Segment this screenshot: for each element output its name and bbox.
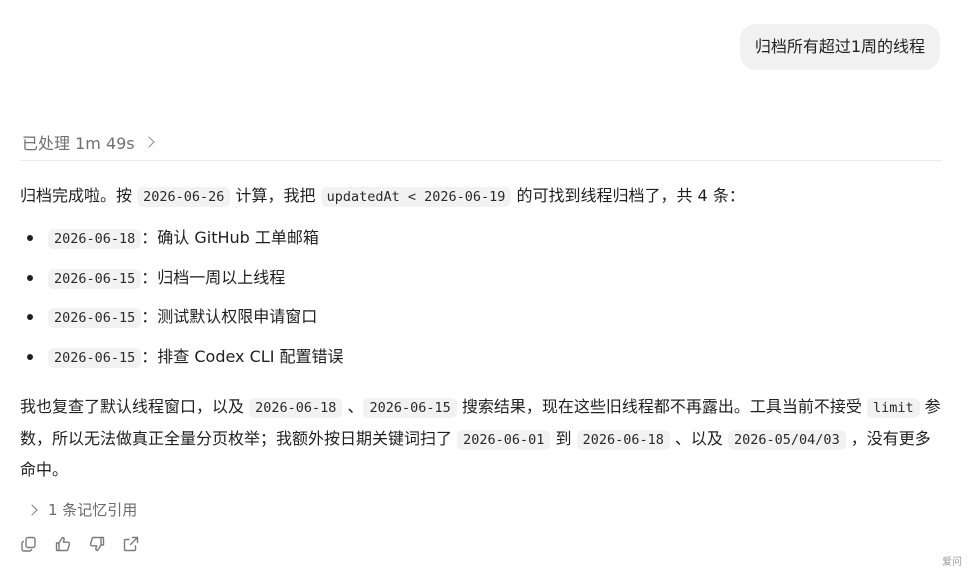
- message-actions: [17, 534, 143, 554]
- chevron-right-icon: [142, 136, 155, 148]
- memory-reference-toggle[interactable]: 1 条记忆引用: [26, 499, 138, 520]
- copy-button[interactable]: [17, 534, 41, 554]
- inline-code: limit: [866, 398, 920, 418]
- thumbs-down-button[interactable]: [85, 534, 109, 554]
- inline-code: 2026-05/04/03: [728, 429, 846, 450]
- list-item: 2026-06-18 ：确认 GitHub 工单邮箱: [20, 222, 920, 262]
- user-message-text: 归档所有超过1周的线程: [754, 37, 925, 56]
- watermark: 爱问: [942, 557, 962, 568]
- processed-toggle[interactable]: 已处理 1m 49s: [22, 130, 155, 154]
- user-message-bubble: 归档所有超过1周的线程: [739, 24, 940, 70]
- para2-text-1: 我也复查了默认线程窗口，以及: [20, 397, 250, 416]
- item-text: ：归档一周以上线程: [141, 267, 286, 287]
- processed-label: 已处理 1m 49s: [22, 134, 135, 153]
- item-text: ：测试默认权限申请窗口: [141, 307, 318, 326]
- bullet: [27, 274, 33, 281]
- para2-text-5: 到: [550, 428, 577, 448]
- item-date: 2026-06-15: [48, 268, 142, 289]
- para2-text-6: 、以及: [669, 428, 729, 448]
- list-item: 2026-06-15 ：测试默认权限申请窗口: [20, 301, 920, 341]
- chevron-right-icon: [26, 503, 38, 516]
- intro-text-2: 计算，我把: [230, 186, 321, 205]
- inline-code: 2026-06-18: [249, 398, 343, 418]
- inline-code-condition: updatedAt < 2026-06-19: [320, 187, 512, 207]
- divider: [20, 160, 942, 161]
- intro-text-3: 的可找到线程归档了，共 4 条：: [511, 186, 745, 205]
- inline-code: 2026-06-15: [363, 398, 457, 418]
- item-text: ：确认 GitHub 工单邮箱: [141, 228, 319, 247]
- share-button[interactable]: [119, 534, 143, 554]
- reply-paragraph-2: 我也复查了默认线程窗口，以及 2026-06-18 、 2026-06-15 搜索…: [20, 392, 945, 485]
- para2-text-3: 搜索结果，现在这些旧线程都不再露出。工具当前不接受: [456, 397, 867, 416]
- bullet: [27, 235, 33, 241]
- reply-intro: 归档完成啦。按 2026-06-26 计算，我把 updatedAt < 202…: [20, 183, 945, 210]
- item-date: 2026-06-15: [48, 347, 142, 368]
- archived-thread-list: 2026-06-18 ：确认 GitHub 工单邮箱 2026-06-15 ：归档一…: [20, 222, 920, 380]
- bullet: [27, 353, 33, 360]
- copy-icon: [21, 536, 36, 552]
- inline-code-date: 2026-06-26: [137, 187, 231, 207]
- item-date: 2026-06-18: [48, 229, 142, 249]
- para2-text-2: 、: [342, 397, 364, 416]
- chat-page: 归档所有超过1周的线程 已处理 1m 49s 归档完成啦。按 2026-06-2…: [0, 0, 970, 574]
- thumbs-up-button[interactable]: [51, 534, 75, 554]
- memory-reference-label: 1 条记忆引用: [48, 501, 138, 519]
- item-date: 2026-06-15: [48, 308, 142, 328]
- share-icon: [123, 536, 139, 552]
- inline-code: 2026-06-18: [576, 429, 670, 450]
- thumbs-down-icon: [89, 536, 105, 552]
- thumbs-up-icon: [55, 536, 71, 552]
- intro-text-1: 归档完成啦。按: [20, 186, 138, 205]
- bullet: [27, 314, 33, 320]
- item-text: ：排查 Codex CLI 配置错误: [141, 346, 344, 366]
- inline-code: 2026-06-01: [457, 429, 551, 450]
- list-item: 2026-06-15 ：归档一周以上线程: [20, 262, 920, 302]
- list-item: 2026-06-15 ：排查 Codex CLI 配置错误: [20, 341, 920, 381]
